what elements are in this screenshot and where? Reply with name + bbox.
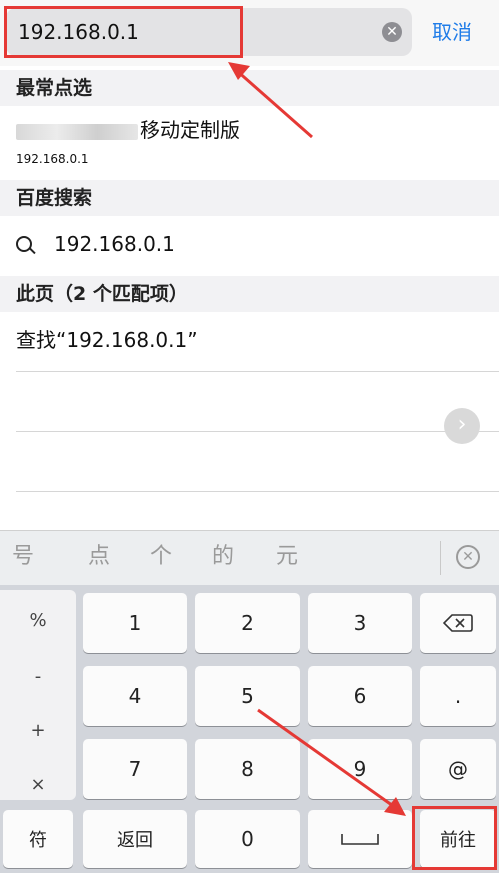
key-8[interactable]: 8 xyxy=(195,739,300,799)
baidu-search-text: 192.168.0.1 xyxy=(54,232,175,256)
key-5[interactable]: 5 xyxy=(195,666,300,726)
candidate-word[interactable]: 的 xyxy=(212,543,234,571)
collapse-icon[interactable]: ✕ xyxy=(456,545,480,569)
candidate-word[interactable]: 点 xyxy=(88,543,110,571)
section-title-frequent: 最常点选 xyxy=(16,77,93,99)
key-0[interactable]: 0 xyxy=(195,810,300,868)
forward-arrow-icon[interactable]: › xyxy=(444,408,480,444)
section-title-baidu: 百度搜索 xyxy=(16,187,93,209)
key-label: . xyxy=(454,684,462,708)
divider xyxy=(16,491,499,492)
symbol-switch-key[interactable]: 符 xyxy=(3,810,73,868)
key-label: 5 xyxy=(241,684,254,708)
baidu-search-item[interactable]: 192.168.0.1 xyxy=(0,216,499,276)
symbol-column[interactable]: % - + × xyxy=(0,590,76,800)
key-9[interactable]: 9 xyxy=(308,739,412,799)
section-header-frequent: 最常点选 xyxy=(0,70,499,106)
key-dot[interactable]: . xyxy=(420,666,496,726)
frequent-item-title-text: 移动定制版 xyxy=(140,118,240,142)
section-header-baidu: 百度搜索 xyxy=(0,180,499,216)
candidate-word[interactable]: 个 xyxy=(150,543,172,571)
key-label: 4 xyxy=(128,684,142,708)
key-label: 符 xyxy=(29,830,47,851)
key-label: 8 xyxy=(241,757,254,781)
key-1[interactable]: 1 xyxy=(83,593,187,653)
key-label: 返回 xyxy=(117,830,153,851)
divider xyxy=(440,541,441,575)
find-on-page-item[interactable]: 查找“192.168.0.1” xyxy=(0,312,499,370)
blurred-text xyxy=(16,123,138,140)
symbol-key[interactable]: + xyxy=(0,720,76,741)
section-header-page: 此页（2 个匹配项） xyxy=(0,276,499,312)
key-label: 7 xyxy=(128,757,142,781)
frequent-item-url: 192.168.0.1 xyxy=(16,152,89,166)
go-key[interactable]: 前往 xyxy=(420,810,496,868)
key-4[interactable]: 4 xyxy=(83,666,187,726)
space-key[interactable] xyxy=(308,810,412,868)
url-input[interactable]: 192.168.0.1 ✕ xyxy=(6,8,412,56)
search-bar: 192.168.0.1 ✕ 取消 xyxy=(0,0,499,66)
divider xyxy=(16,371,499,372)
backspace-icon xyxy=(420,613,496,633)
key-2[interactable]: 2 xyxy=(195,593,300,653)
candidate-bar: 号 点 个 的 元 ✕ xyxy=(0,530,499,585)
key-6[interactable]: 6 xyxy=(308,666,412,726)
key-label: 9 xyxy=(353,757,367,781)
back-key[interactable]: 返回 xyxy=(83,810,187,868)
key-label: 1 xyxy=(128,611,142,635)
candidate-word[interactable]: 号 xyxy=(12,543,34,571)
key-7[interactable]: 7 xyxy=(83,739,187,799)
frequent-item[interactable]: 移动定制版 192.168.0.1 xyxy=(0,106,499,180)
backspace-key[interactable] xyxy=(420,593,496,653)
section-title-page: 此页（2 个匹配项） xyxy=(16,283,188,305)
key-label: 0 xyxy=(241,827,254,851)
key-label: 前往 xyxy=(440,830,476,851)
key-3[interactable]: 3 xyxy=(308,593,412,653)
cancel-button[interactable]: 取消 xyxy=(432,16,472,48)
symbol-key[interactable]: × xyxy=(0,774,76,795)
key-label: @ xyxy=(448,757,468,781)
key-label: 2 xyxy=(241,611,254,635)
candidate-word[interactable]: 元 xyxy=(276,543,298,571)
clear-icon[interactable]: ✕ xyxy=(382,22,402,42)
symbol-key[interactable]: - xyxy=(0,666,76,687)
key-label: 6 xyxy=(353,684,367,708)
url-input-text: 192.168.0.1 xyxy=(18,20,139,44)
space-icon xyxy=(308,832,412,846)
search-icon xyxy=(16,236,32,252)
frequent-item-title: 移动定制版 xyxy=(16,116,240,144)
find-on-page-text: 查找“192.168.0.1” xyxy=(16,328,198,352)
symbol-key[interactable]: % xyxy=(0,610,76,631)
key-at[interactable]: @ xyxy=(420,739,496,799)
key-label: 3 xyxy=(353,611,367,635)
divider xyxy=(16,431,499,432)
